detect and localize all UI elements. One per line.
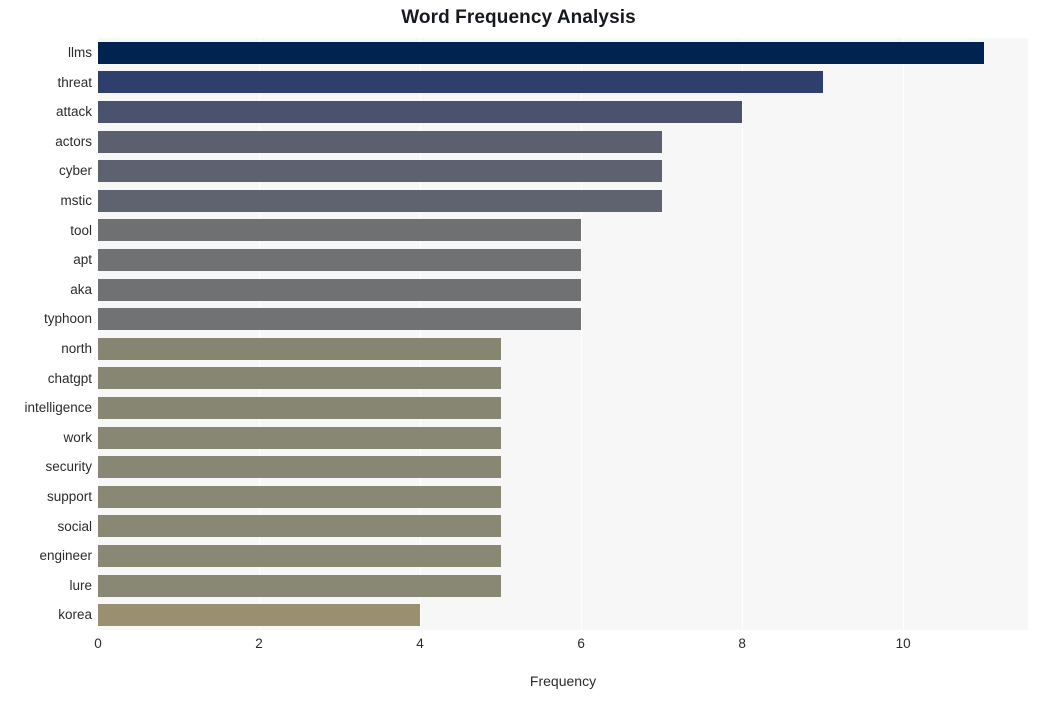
bar-engineer[interactable] [98, 544, 501, 567]
bar-llms[interactable] [98, 41, 984, 64]
y-tick-label-north: north [61, 341, 92, 356]
y-tick-label-engineer: engineer [39, 548, 92, 564]
y-tick-label-attack: attack [55, 104, 92, 120]
bar-apt[interactable] [98, 248, 582, 271]
y-tick-label-support: support [46, 489, 92, 504]
y-tick-label-korea: korea [58, 607, 92, 623]
y-tick-label-lure: lure [69, 577, 92, 593]
y-tick-label-security: security [45, 459, 92, 475]
bar-mstic[interactable] [98, 189, 662, 212]
bar-row [98, 512, 1028, 542]
y-tick-label-apt: apt [73, 252, 92, 268]
x-tick-label-6: 6 [577, 636, 585, 651]
bar-lure[interactable] [98, 574, 501, 597]
chart-title: Word Frequency Analysis [401, 7, 636, 28]
bar-row [98, 364, 1028, 394]
y-tick-label-mstic: mstic [60, 193, 93, 208]
bar-korea[interactable] [98, 604, 421, 627]
x-tick-label-0: 0 [94, 636, 102, 651]
y-tick-label-threat: threat [57, 74, 92, 90]
x-tick-label-8: 8 [738, 636, 746, 651]
bar-row [98, 275, 1028, 305]
y-tick-label-intelligence: intelligence [24, 400, 92, 416]
y-tick-label-tool: tool [70, 222, 92, 238]
x-tick-label-2: 2 [255, 636, 263, 651]
bar-row [98, 186, 1028, 216]
bar-actors[interactable] [98, 130, 662, 153]
bar-row [98, 38, 1028, 68]
bar-support[interactable] [98, 485, 501, 508]
x-axis-tick-labels: 0 2 4 6 8 10 [0, 636, 1037, 658]
bar-intelligence[interactable] [98, 396, 501, 419]
bar-cyber[interactable] [98, 160, 662, 183]
y-tick-label-aka: aka [70, 281, 92, 297]
bar-security[interactable] [98, 456, 501, 479]
bar-social[interactable] [98, 515, 501, 538]
bar-row [98, 571, 1028, 601]
y-tick-label-work: work [63, 429, 92, 445]
y-axis-tick-labels: llms threat attack actors cyber mstic tool apt a… [0, 38, 92, 630]
y-tick-label-typhoon: typhoon [43, 311, 92, 327]
y-tick-label-llms: llms [68, 45, 92, 60]
plot-area [98, 38, 1028, 630]
bar-typhoon[interactable] [98, 308, 582, 331]
y-tick-label-social: social [57, 518, 92, 534]
bar-aka[interactable] [98, 278, 582, 301]
bar-row [98, 68, 1028, 98]
bar-row [98, 600, 1028, 630]
bar-row [98, 541, 1028, 571]
bar-row [98, 393, 1028, 423]
x-tick-label-10: 10 [895, 636, 911, 651]
chart-figure: Word Frequency Analysis llms threat attack… [0, 0, 1037, 701]
bar-row [98, 334, 1028, 364]
bar-row [98, 423, 1028, 453]
bar-row [98, 304, 1028, 334]
y-tick-label-cyber: cyber [58, 163, 92, 179]
bar-work[interactable] [98, 426, 501, 449]
y-tick-label-chatgpt: chatgpt [47, 370, 92, 386]
bar-row [98, 482, 1028, 512]
bar-row [98, 156, 1028, 186]
y-tick-label-actors: actors [55, 133, 92, 149]
bar-attack[interactable] [98, 100, 743, 123]
x-axis-label: Frequency [529, 673, 597, 689]
bar-row [98, 452, 1028, 482]
bar-row [98, 127, 1028, 157]
bar-north[interactable] [98, 337, 501, 360]
bar-chatgpt[interactable] [98, 367, 501, 390]
bar-row [98, 216, 1028, 246]
x-tick-label-4: 4 [416, 636, 424, 651]
bar-row [98, 97, 1028, 127]
bar-tool[interactable] [98, 219, 582, 242]
bar-threat[interactable] [98, 71, 823, 94]
bar-row [98, 245, 1028, 275]
